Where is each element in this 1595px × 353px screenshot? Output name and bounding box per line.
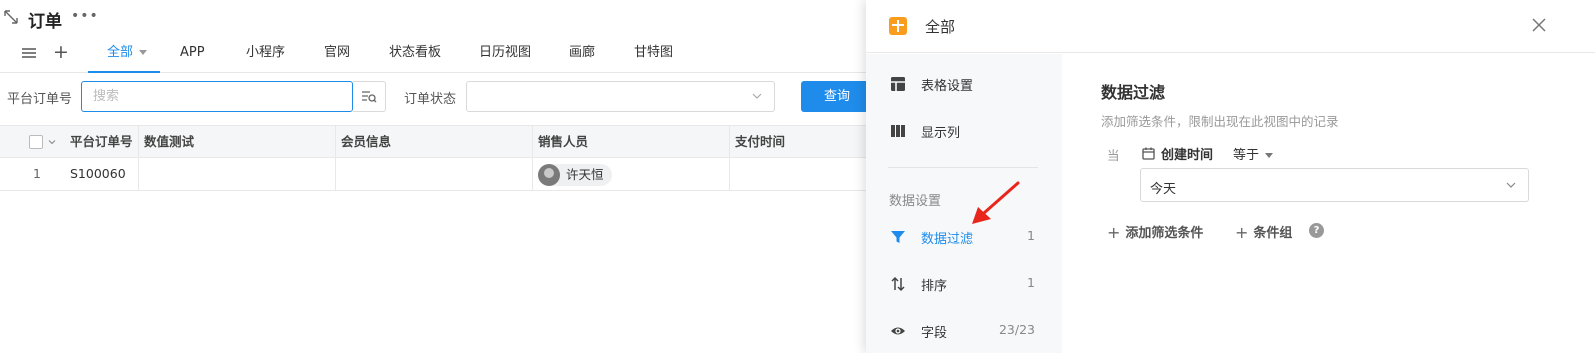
order-no-search-input[interactable]	[81, 81, 353, 112]
filter-bar: 平台订单号 订单状态 查询	[0, 73, 880, 123]
collapse-icon[interactable]	[4, 10, 18, 24]
condition-group-label: 条件组	[1253, 226, 1293, 241]
table-row[interactable]: 1 S100060 许天恒	[0, 158, 870, 191]
nav-item-sort[interactable]: 排序 1	[866, 264, 1062, 304]
salesperson-name: 许天恒	[566, 166, 604, 182]
columns-icon	[891, 125, 905, 137]
select-all-checkbox[interactable]	[29, 135, 43, 149]
nav-label: 排序	[921, 279, 948, 294]
column-header[interactable]: 数值测试	[139, 126, 336, 158]
order-no-cell[interactable]: S100060	[65, 158, 139, 190]
search-button[interactable]	[353, 81, 386, 112]
drawer-nav: 表格设置 显示列 数据设置 数据过滤 1 排序 1 字段 23/23	[866, 54, 1062, 353]
condition-operator[interactable]: 等于	[1233, 144, 1274, 163]
add-view-icon[interactable]: +	[53, 43, 69, 62]
tab-gantt[interactable]: 甘特图	[634, 36, 673, 73]
condition-field[interactable]: 创建时间	[1161, 144, 1213, 163]
tab-calendar[interactable]: 日历视图	[479, 36, 531, 73]
tab-mini-program[interactable]: 小程序	[246, 36, 285, 73]
drawer-header: 全部	[866, 0, 1595, 53]
drawer-title: 全部	[925, 18, 956, 36]
add-condition-button[interactable]: + 添加筛选条件	[1107, 222, 1203, 242]
close-icon[interactable]	[1532, 18, 1546, 32]
filter-icon	[891, 231, 905, 243]
more-icon[interactable]: •••	[71, 8, 99, 24]
add-condition-group-button[interactable]: + 条件组	[1235, 222, 1292, 242]
nav-section-title: 数据设置	[889, 194, 942, 209]
nav-item-table-settings[interactable]: 表格设置	[866, 64, 1062, 104]
chevron-down-icon[interactable]	[48, 138, 56, 146]
nav-label: 表格设置	[921, 79, 974, 94]
chevron-down-icon	[1506, 182, 1516, 188]
tab-kanban[interactable]: 状态看板	[389, 36, 441, 73]
view-icon	[889, 17, 907, 35]
tab-website[interactable]: 官网	[324, 36, 350, 73]
tab-label: 全部	[107, 45, 134, 60]
view-tab-bar: + 全部 APP 小程序 官网 状态看板 日历视图 画廊 甘特图	[0, 36, 880, 73]
fields-count: 23/23	[998, 322, 1035, 337]
order-status-select[interactable]	[466, 81, 775, 112]
nav-item-data-filter[interactable]: 数据过滤 1	[866, 217, 1062, 257]
sort-icon	[891, 276, 905, 292]
page-title: 订单	[28, 12, 62, 32]
chevron-down-icon	[1265, 153, 1274, 158]
column-header[interactable]: 会员信息	[336, 126, 533, 158]
panel-title: 数据过滤	[1101, 83, 1166, 102]
plus-icon: +	[1235, 223, 1249, 242]
chevron-down-icon	[139, 50, 148, 55]
order-status-label: 订单状态	[404, 92, 457, 107]
filter-panel: 数据过滤 添加筛选条件，限制出现在此视图中的记录 当 创建时间 等于 今天 + 添…	[1062, 54, 1595, 353]
table-header: 平台订单号 数值测试 会员信息 销售人员 支付时间	[0, 125, 870, 158]
add-condition-label: 添加筛选条件	[1125, 226, 1204, 241]
app-root: 订单 ••• + 全部 APP 小程序 官网 状态看板 日历视图 画廊 甘特图 …	[0, 0, 1595, 353]
table-settings-icon	[891, 77, 905, 91]
salesperson-cell[interactable]: 许天恒	[533, 158, 730, 190]
nav-item-show-columns[interactable]: 显示列	[866, 111, 1062, 151]
order-no-label: 平台订单号	[7, 92, 73, 107]
nav-label: 显示列	[921, 126, 961, 141]
panel-description: 添加筛选条件，限制出现在此视图中的记录	[1101, 114, 1339, 129]
user-chip: 许天恒	[538, 163, 612, 186]
nav-label: 字段	[921, 326, 948, 341]
value-test-cell[interactable]	[139, 158, 336, 190]
member-cell[interactable]	[336, 158, 533, 190]
nav-divider	[888, 167, 1038, 168]
tab-app[interactable]: APP	[180, 36, 205, 73]
filter-count: 1	[1027, 228, 1035, 243]
condition-value-select[interactable]: 今天	[1140, 168, 1529, 202]
filter-search-icon	[362, 91, 377, 103]
query-button[interactable]: 查询	[801, 81, 873, 112]
pay-time-cell[interactable]	[730, 158, 870, 190]
tab-all[interactable]: 全部	[88, 36, 160, 73]
plus-icon: +	[1107, 223, 1121, 242]
nav-item-fields[interactable]: 字段 23/23	[866, 311, 1062, 351]
column-header[interactable]: 支付时间	[730, 126, 870, 158]
condition-prefix: 当	[1107, 148, 1120, 163]
sort-count: 1	[1027, 275, 1035, 290]
eye-icon	[891, 327, 905, 335]
row-index: 1	[33, 166, 41, 181]
view-settings-drawer: 全部 表格设置 显示列 数据设置 数据过滤 1 排序 1 字段 23/23 数据…	[866, 0, 1595, 353]
operator-label: 等于	[1233, 148, 1260, 163]
nav-label: 数据过滤	[921, 232, 974, 247]
column-header[interactable]: 平台订单号	[65, 126, 139, 158]
help-icon[interactable]: ?	[1309, 223, 1324, 238]
avatar	[538, 163, 560, 186]
tab-gallery[interactable]: 画廊	[569, 36, 595, 73]
condition-value: 今天	[1150, 182, 1177, 197]
view-list-icon[interactable]	[22, 46, 36, 60]
chevron-down-icon	[752, 93, 762, 99]
calendar-icon	[1142, 147, 1155, 160]
column-header[interactable]: 销售人员	[533, 126, 730, 158]
